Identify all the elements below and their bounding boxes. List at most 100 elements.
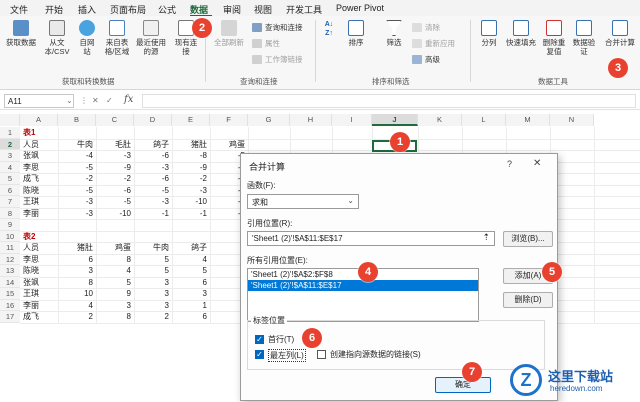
step-badge-5: 5 <box>542 262 562 282</box>
column-header-b[interactable]: B <box>58 114 96 126</box>
list-item-selected[interactable]: 'Sheet1 (2)'!$A$11:$E$17 <box>248 280 478 291</box>
tab-developer[interactable]: 开发工具 <box>286 3 322 16</box>
left-column-checkbox[interactable]: ✓ <box>255 350 264 359</box>
select-all-corner[interactable] <box>0 114 20 126</box>
ok-button[interactable]: 确定 <box>435 377 491 393</box>
funnel-icon <box>386 20 402 36</box>
table1-cell: 张飒 <box>23 151 39 160</box>
group-sort-filter: 排序和筛选 <box>372 77 410 86</box>
queries-connections-button[interactable]: 查询和连接 <box>252 22 303 33</box>
text-to-columns-button[interactable]: 分列 <box>478 20 500 47</box>
row-header-2[interactable]: 2 <box>0 138 20 150</box>
reference-input[interactable]: 'Sheet1 (2)'!$A$11:$E$17 ⇡ <box>247 231 495 246</box>
table2-cell: 10 <box>84 289 93 298</box>
collapse-dialog-icon[interactable]: ⇡ <box>482 232 490 243</box>
clear-filter-button[interactable]: 清除 <box>412 22 440 33</box>
remove-duplicates-button[interactable]: 删除重复值 <box>542 20 566 56</box>
data-validation-button[interactable]: 数据验证 <box>570 20 598 56</box>
sort-az-button[interactable]: A↓ Z↑ <box>322 20 336 38</box>
group-data-tools: 数据工具 <box>538 77 568 86</box>
tab-page-layout[interactable]: 页面布局 <box>110 3 146 16</box>
delete-button[interactable]: 删除(D) <box>503 292 553 308</box>
function-select[interactable]: 求和 ⌄ <box>247 194 359 209</box>
row-header-3[interactable]: 3 <box>0 150 20 162</box>
refresh-all-button[interactable]: 全部刷新 <box>212 20 246 47</box>
divider <box>315 20 316 82</box>
get-data-button[interactable]: 获取数据 <box>6 20 36 47</box>
sort-az-icon: A↓ Z↑ <box>324 21 334 37</box>
ribbon: 获取数据 从文本/CSV 自网站 来自表格/区域 最近使用的源 现有连接 获取和… <box>0 16 640 90</box>
row-header-14[interactable]: 14 <box>0 276 20 288</box>
recent-sources-button[interactable]: 最近使用的源 <box>136 20 166 56</box>
from-table-button[interactable]: 来自表格/区域 <box>102 20 132 56</box>
row-header-9[interactable]: 9 <box>0 219 20 231</box>
row-header-16[interactable]: 16 <box>0 299 20 311</box>
row-header-17[interactable]: 17 <box>0 311 20 323</box>
properties-button[interactable]: 属性 <box>252 38 280 49</box>
table1-cell: -2 <box>199 174 207 183</box>
row-header-1[interactable]: 1 <box>0 127 20 139</box>
help-button[interactable]: ? <box>507 159 512 169</box>
row-header-6[interactable]: 6 <box>0 184 20 196</box>
column-header-i[interactable]: I <box>332 114 372 126</box>
column-header-g[interactable]: G <box>248 114 290 126</box>
row-header-13[interactable]: 13 <box>0 265 20 277</box>
row-header-11[interactable]: 11 <box>0 242 20 254</box>
column-header-e[interactable]: E <box>172 114 210 126</box>
remove-duplicates-icon <box>546 20 562 36</box>
browse-button[interactable]: 浏览(B)... <box>503 231 553 247</box>
tab-home[interactable]: 开始 <box>45 3 63 16</box>
consolidate-button[interactable]: 合并计算 <box>602 20 638 47</box>
tab-view[interactable]: 视图 <box>254 3 272 16</box>
table1-cell: -3 <box>161 162 169 172</box>
row-header-8[interactable]: 8 <box>0 207 20 219</box>
sort-icon <box>348 20 364 36</box>
column-header-c[interactable]: C <box>96 114 134 126</box>
close-button[interactable]: ✕ <box>533 158 541 169</box>
advanced-filter-button[interactable]: 高级 <box>412 54 440 65</box>
column-header-l[interactable]: L <box>462 114 506 126</box>
column-header-d[interactable]: D <box>134 114 172 126</box>
name-box[interactable]: A11 <box>4 94 74 108</box>
row-header-12[interactable]: 12 <box>0 253 20 265</box>
column-header-a[interactable]: A <box>20 114 58 126</box>
row-header-5[interactable]: 5 <box>0 173 20 185</box>
table1-cell: 成飞 <box>23 174 39 183</box>
row-header-10[interactable]: 10 <box>0 230 20 242</box>
top-row-checkbox[interactable]: ✓ <box>255 335 264 344</box>
tab-power-pivot[interactable]: Power Pivot <box>336 3 384 13</box>
tab-insert[interactable]: 插入 <box>78 3 96 16</box>
column-header-k[interactable]: K <box>418 114 462 126</box>
column-header-h[interactable]: H <box>290 114 332 126</box>
table2-cell: 2 <box>88 312 93 321</box>
enter-icon[interactable]: ✓ <box>106 96 113 105</box>
cancel-icon[interactable]: ✕ <box>92 96 99 105</box>
from-text-button[interactable]: 从文本/CSV <box>42 20 72 56</box>
flash-fill-button[interactable]: 快速填充 <box>504 20 538 47</box>
row-header-15[interactable]: 15 <box>0 288 20 300</box>
from-web-button[interactable]: 自网站 <box>76 20 98 56</box>
reapply-button[interactable]: 重新应用 <box>412 38 455 49</box>
column-header-m[interactable]: M <box>506 114 550 126</box>
column-header-j[interactable]: J <box>372 114 418 126</box>
left-column-label: 最左列(L) <box>268 349 306 362</box>
formula-input[interactable] <box>142 94 636 108</box>
table1-cell: -3 <box>85 208 93 218</box>
fx-icon[interactable]: fx <box>124 94 133 105</box>
table2-cell: 陈晓 <box>23 266 39 275</box>
column-header-f[interactable]: F <box>210 114 248 126</box>
table1-cell: -3 <box>161 197 169 206</box>
chevron-down-icon[interactable]: ⌄ <box>66 96 73 105</box>
row-header-7[interactable]: 7 <box>0 196 20 208</box>
table2-cell: 8 <box>126 254 131 264</box>
sort-button[interactable]: 排序 <box>344 20 368 47</box>
row-header-4[interactable]: 4 <box>0 161 20 173</box>
tab-file[interactable]: 文件 <box>10 3 28 16</box>
tab-review[interactable]: 审阅 <box>223 3 241 16</box>
tab-formulas[interactable]: 公式 <box>158 3 176 16</box>
column-header-n[interactable]: N <box>550 114 594 126</box>
filter-button[interactable]: 筛选 <box>382 20 406 47</box>
create-links-checkbox[interactable] <box>317 350 326 359</box>
top-row-label: 首行(T) <box>268 335 295 344</box>
edit-links-button[interactable]: 工作簿链接 <box>252 54 303 65</box>
